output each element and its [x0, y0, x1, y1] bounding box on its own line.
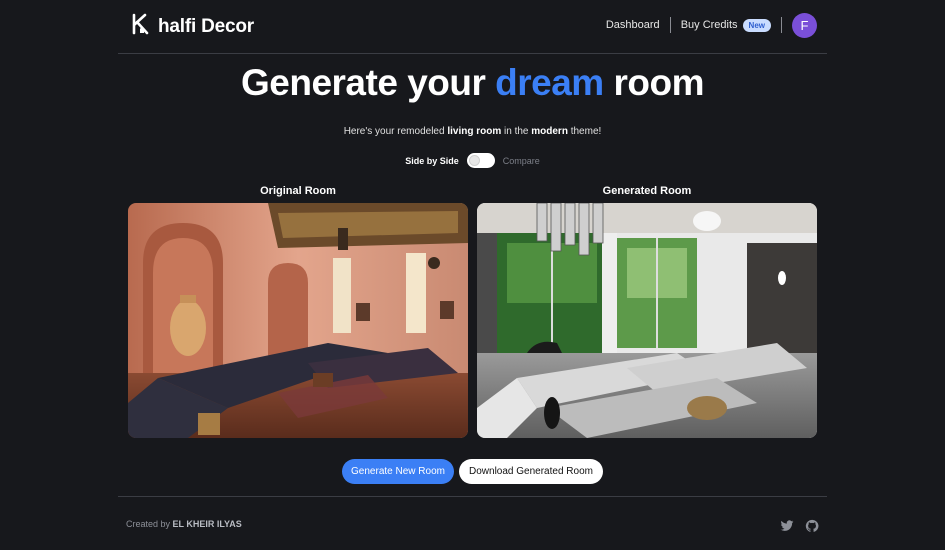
page-title: Generate your dream room: [0, 62, 945, 104]
title-accent: dream: [495, 62, 604, 103]
view-mode-toggle[interactable]: [466, 153, 495, 168]
footer-divider: [118, 496, 827, 497]
original-room-image: [128, 203, 468, 438]
original-room-title: Original Room: [260, 185, 336, 197]
download-generated-room-button[interactable]: Download Generated Room: [459, 459, 603, 484]
brand-logo[interactable]: halfi Decor: [130, 13, 254, 40]
toggle-knob: [468, 155, 480, 166]
subtitle-pre: Here's your remodeled: [343, 126, 445, 137]
room-type: living room: [447, 126, 502, 137]
nav-buy-credits-link[interactable]: Buy Credits: [681, 19, 738, 31]
twitter-icon[interactable]: [780, 519, 794, 533]
user-avatar[interactable]: F: [792, 12, 817, 38]
generated-room-title: Generated Room: [602, 185, 692, 197]
title-start: Generate your: [241, 62, 486, 103]
side-by-side-label: Side by Side: [405, 155, 459, 166]
credit-prefix: Created by: [126, 519, 171, 529]
brand-name: halfi Decor: [158, 15, 254, 37]
compare-label: Compare: [502, 155, 540, 166]
header: halfi Decor Dashboard Buy Credits New F: [118, 0, 827, 54]
view-toggle-row: Side by Side Compare: [0, 153, 945, 168]
subtitle-mid: in the: [504, 126, 529, 137]
top-nav: Dashboard Buy Credits New F: [606, 12, 817, 38]
generate-new-room-button[interactable]: Generate New Room: [342, 459, 454, 484]
logo-icon: [130, 13, 152, 40]
title-end: room: [613, 62, 705, 103]
github-icon[interactable]: [805, 519, 819, 533]
new-badge: New: [742, 18, 771, 32]
nav-divider: [781, 17, 782, 33]
author-link[interactable]: EL KHEIR ILYAS: [173, 519, 242, 529]
nav-divider: [669, 17, 671, 33]
theme-name: modern: [531, 126, 568, 137]
generated-room-image: [477, 203, 817, 438]
subtitle-post: theme!: [570, 126, 602, 137]
footer-credit: Created by EL KHEIR ILYAS: [126, 519, 242, 529]
nav-dashboard-link[interactable]: Dashboard: [606, 19, 660, 31]
result-subtitle: Here's your remodeled living room in the…: [0, 126, 945, 137]
